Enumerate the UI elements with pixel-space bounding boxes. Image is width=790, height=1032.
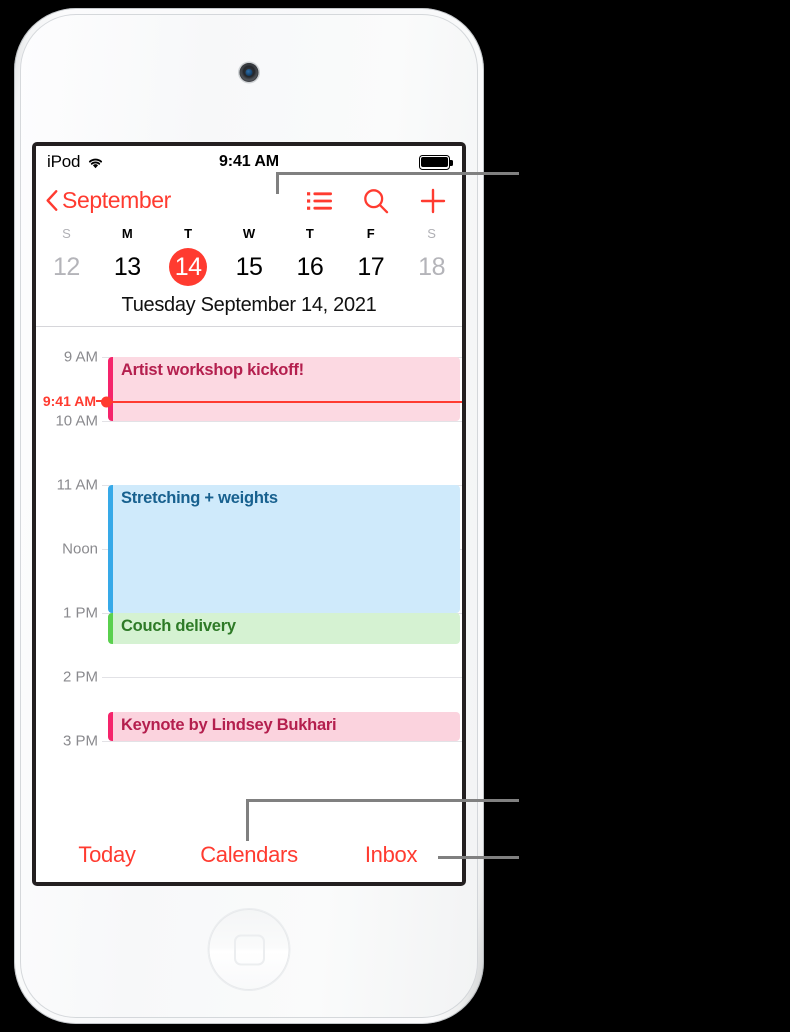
status-right [419,154,453,170]
date-cell-18[interactable]: 18 [401,247,462,287]
hour-gridline [102,677,462,678]
tab-calendars[interactable]: Calendars [178,842,320,868]
day-initial-4: T [305,226,314,241]
hour-label: Noon [62,540,98,558]
day-initial-3: W [242,226,256,241]
calendar-event[interactable]: Stretching + weights [108,485,460,613]
device-screen: iPod 9:41 AM September S M T W T F S 12 … [32,142,466,886]
date-number: 13 [113,253,141,281]
plus-icon[interactable] [420,188,446,214]
hour-gridline [102,421,462,422]
search-icon[interactable] [363,188,389,214]
current-time-label: 9:41 AM [42,392,96,409]
back-button[interactable]: September [46,187,171,214]
current-time-dot [101,396,112,408]
event-color-bar [108,712,113,741]
hour-row-5: 2 PM [36,669,462,686]
event-title: Keynote by Lindsey Bukhari [121,716,337,735]
screenshot-canvas: iPod 9:41 AM September S M T W T F S 12 … [0,0,790,1032]
date-cell-13[interactable]: 13 [97,247,158,287]
date-number: 18 [418,253,445,281]
day-initial-1: M [121,226,133,241]
event-title: Stretching + weights [121,489,278,507]
hour-label: 1 PM [62,604,98,622]
event-color-bar [108,485,113,613]
event-title: Couch delivery [121,617,236,635]
current-time-line [106,400,462,403]
list-view-icon[interactable] [307,191,332,211]
status-time: 9:41 AM [218,153,280,170]
date-row: 12 13 14 15 16 17 18 [36,247,462,287]
date-cell-17[interactable]: 17 [340,247,401,287]
day-initial-2: T [184,226,193,241]
nav-actions [307,188,448,214]
tab-inbox[interactable]: Inbox [320,842,462,868]
date-cell-16[interactable]: 16 [279,247,340,287]
front-camera-icon [239,63,259,82]
event-color-bar [108,357,113,421]
date-number: 15 [235,253,263,281]
selected-date-label: Tuesday September 14, 2021 [121,294,377,316]
day-of-week-row: SMTWTFS [36,224,462,247]
date-number: 14 [174,253,202,281]
hour-row-6: 3 PM [36,733,462,750]
calendar-event[interactable]: Artist workshop kickoff! [108,357,460,421]
navigation-bar: September [36,178,462,223]
hour-label: 3 PM [62,732,98,750]
back-button-label: September [62,187,171,213]
hour-label: 2 PM [62,668,98,686]
day-timeline[interactable]: 9 AM 10 AM 11 AM Noon 1 PM 2 PM 3 PM Artist wor… [36,327,462,797]
chevron-left-icon [46,190,58,211]
date-number: 16 [296,253,324,281]
hour-label: 11 AM [56,476,98,494]
calendar-app: iPod 9:41 AM September S M T W T F S 12 … [36,146,462,882]
calendar-event[interactable]: Keynote by Lindsey Bukhari [108,712,460,741]
hour-gridline [102,741,462,742]
date-cell-15[interactable]: 15 [219,247,280,287]
date-number: 12 [53,253,80,281]
hour-label: 10 AM [55,412,98,430]
battery-full-icon [419,154,453,170]
date-cell-12[interactable]: 12 [36,247,97,287]
tab-bar: Today Calendars Inbox [36,826,462,882]
calendar-event[interactable]: Couch delivery [108,613,460,644]
hour-row-1: 10 AM [36,413,462,430]
date-number: 17 [357,253,385,281]
day-initial-6: S [427,226,436,241]
current-time-tick [96,399,103,402]
week-strip: S M T W T F S 12 13 14 15 16 17 18 Tuesday September… [36,223,462,326]
event-title: Artist workshop kickoff! [121,361,304,379]
event-color-bar [108,613,113,644]
day-initial-5: F [366,226,375,241]
hour-label: 9 AM [63,348,98,366]
day-initial-0: S [62,226,71,241]
date-cell-14[interactable]: 14 [158,247,219,287]
tab-today[interactable]: Today [36,842,178,868]
home-button[interactable] [208,909,290,990]
